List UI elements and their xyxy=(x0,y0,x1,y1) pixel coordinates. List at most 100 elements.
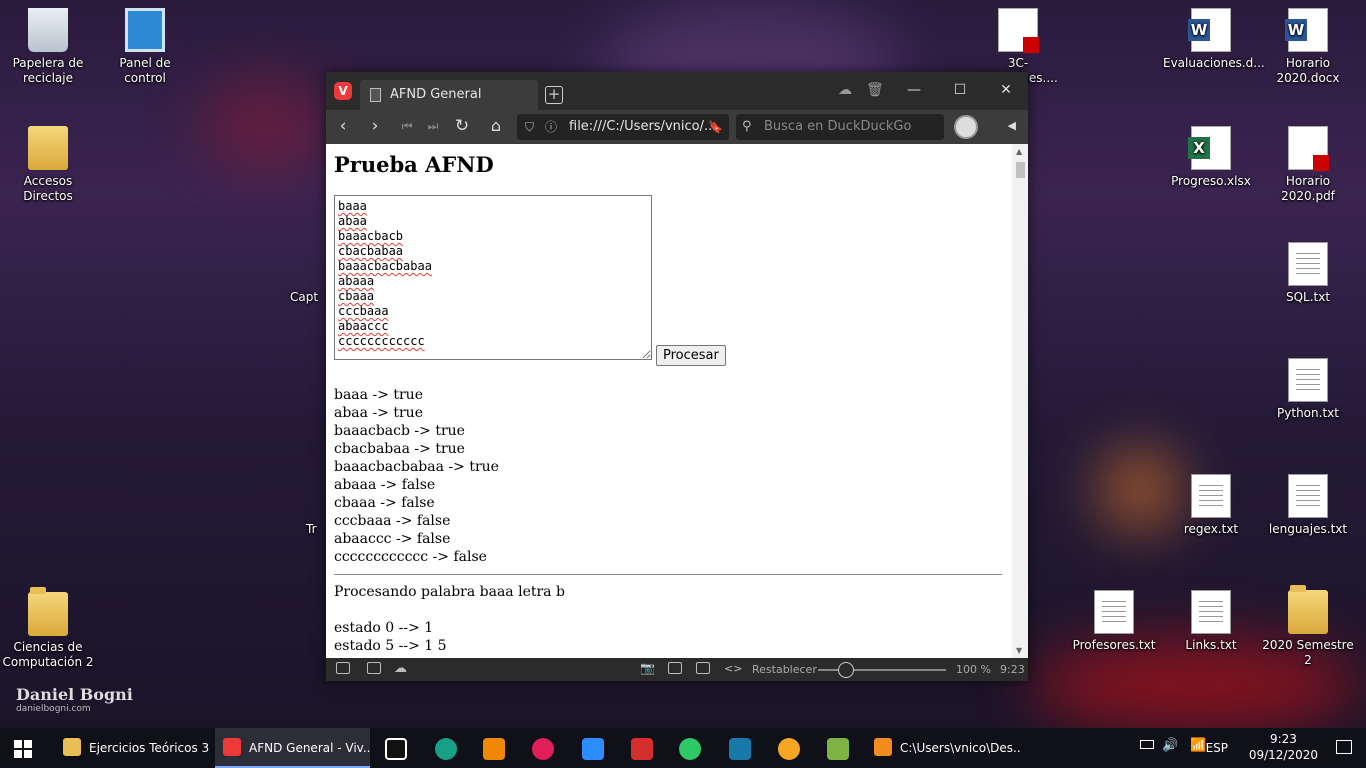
desktop-icon-label: Ciencias de Computación 2 xyxy=(2,640,94,669)
zoom-icon[interactable] xyxy=(582,738,604,760)
address-bar[interactable]: ⛉ ⓘ file:///C:/Users/vnico/... 🔖 xyxy=(517,114,729,140)
task-vivaldi[interactable]: AFND General - Viv... xyxy=(215,728,370,768)
words-textarea[interactable] xyxy=(334,195,652,360)
cloud-icon[interactable]: ☁ xyxy=(838,82,852,98)
watermark-brand: Daniel Bogni danielbogni.com xyxy=(16,685,133,714)
intellij-icon[interactable] xyxy=(385,738,407,760)
desktop-icon-shortcuts[interactable]: Accesos Directos xyxy=(0,126,96,204)
processing-log: Procesando palabra baaa letra b estado 0… xyxy=(334,583,1002,655)
panel-toggle-icon[interactable]: ◀ xyxy=(1008,119,1016,132)
result-line: baaacbacb -> true xyxy=(334,423,465,439)
battery-icon[interactable] xyxy=(1140,740,1154,749)
desktop-icon-recycle-bin[interactable]: Papelera de reciclaje xyxy=(0,8,96,86)
page-title: Prueba AFND xyxy=(334,152,494,177)
desktop-icon-label: Horario 2020.pdf xyxy=(1281,174,1335,203)
desktop-icon-semestre[interactable]: 2020 Semestre 2 xyxy=(1260,585,1356,668)
tile-icon[interactable] xyxy=(367,662,381,674)
desktop-icon-regex[interactable]: regex.txt xyxy=(1163,474,1259,537)
minimize-button[interactable]: — xyxy=(900,80,928,100)
gitkraken-icon[interactable] xyxy=(435,738,457,760)
download-manager-icon[interactable] xyxy=(631,738,653,760)
search-icon: ⚲ xyxy=(742,119,752,134)
rewind-icon[interactable]: ⏮ xyxy=(396,119,418,134)
language-indicator[interactable]: ESP xyxy=(1206,728,1228,768)
word-file-icon xyxy=(1285,8,1328,52)
code-icon[interactable]: <> xyxy=(724,662,742,675)
watermark-name: Daniel Bogni xyxy=(16,685,133,704)
control-panel-icon xyxy=(125,8,165,52)
scroll-down-icon[interactable]: ▼ xyxy=(1016,646,1022,655)
clock-time: 9:23 xyxy=(1269,732,1297,746)
desktop-icon-lenguajes[interactable]: lenguajes.txt xyxy=(1260,474,1356,537)
maximize-button[interactable]: ☐ xyxy=(946,80,974,100)
info-icon[interactable]: ⓘ xyxy=(545,114,557,140)
navigation-toolbar: ‹ › ⏮ ⏭ ↻ ⌂ ⛉ ⓘ file:///C:/Users/vnico/.… xyxy=(326,110,1028,144)
network-tool-icon[interactable] xyxy=(827,738,849,760)
scroll-up-icon[interactable]: ▲ xyxy=(1016,147,1022,156)
desktop-icon-python[interactable]: Python.txt xyxy=(1260,358,1356,421)
desktop-icon-label: Tr xyxy=(306,522,317,536)
wireshark-icon[interactable] xyxy=(729,738,751,760)
bookmark-icon[interactable]: 🔖 xyxy=(708,114,723,140)
desktop-icon-ciencias[interactable]: Ciencias de Computación 2 xyxy=(0,587,96,670)
volume-icon[interactable]: 🔊 xyxy=(1162,738,1178,753)
panel-icon[interactable] xyxy=(336,662,350,674)
desktop-icon-evaluaciones[interactable]: Evaluaciones.d... xyxy=(1163,8,1265,71)
text-file-icon xyxy=(1191,474,1231,518)
desktop-icon-label: Papelera de reciclaje xyxy=(12,56,84,85)
forward-icon[interactable]: › xyxy=(364,116,386,136)
desktop-icon-label: Accesos Directos xyxy=(23,174,73,203)
system-clock[interactable]: 9:23 09/12/2020 xyxy=(1249,731,1318,763)
tab-afnd-general[interactable]: AFND General xyxy=(360,80,538,110)
trash-icon[interactable]: 🗑 xyxy=(866,82,884,98)
task-sublime-text[interactable]: C:\Users\vnico\Des... xyxy=(866,728,1021,768)
process-button[interactable]: Procesar xyxy=(656,345,726,366)
slack-icon[interactable] xyxy=(532,738,554,760)
search-field[interactable]: ⚲ Busca en DuckDuckGo xyxy=(736,114,944,140)
shield-icon[interactable]: ⛉ xyxy=(525,114,534,140)
zoom-slider-knob[interactable] xyxy=(838,662,854,678)
camera-icon[interactable]: 📷 xyxy=(640,661,655,675)
desktop-icon-partial-capt[interactable]: Capt xyxy=(290,290,330,305)
text-file-icon xyxy=(1094,590,1134,634)
vertical-scrollbar[interactable]: ▲ ▼ xyxy=(1012,144,1028,658)
page-tiling-icon[interactable] xyxy=(668,662,682,674)
reload-icon[interactable]: ↻ xyxy=(451,116,473,136)
result-line: cbaaa -> false xyxy=(334,495,435,511)
result-line: cbacbabaa -> true xyxy=(334,441,465,457)
close-button[interactable]: ✕ xyxy=(992,80,1020,100)
zoom-slider[interactable] xyxy=(818,662,946,678)
new-tab-button[interactable]: + xyxy=(545,86,563,104)
image-icon[interactable] xyxy=(696,662,710,674)
divider xyxy=(334,574,1002,575)
drawio-icon[interactable] xyxy=(483,738,505,760)
home-icon[interactable]: ⌂ xyxy=(485,116,507,135)
sync-cloud-icon[interactable]: ☁ xyxy=(394,661,407,676)
task-file-explorer[interactable]: Ejercicios Teóricos 3 xyxy=(55,728,210,768)
desktop-icon-sql[interactable]: SQL.txt xyxy=(1260,242,1356,305)
desktop-icon-partial-tr[interactable]: Tr xyxy=(306,522,326,537)
wifi-icon[interactable]: 📶 xyxy=(1190,738,1206,753)
desktop-icon-label: Profesores.txt xyxy=(1072,638,1156,652)
profile-avatar[interactable] xyxy=(954,115,978,139)
back-icon[interactable]: ‹ xyxy=(332,116,354,136)
zoom-level[interactable]: 100 % xyxy=(956,663,991,676)
desktop-icon-profesores[interactable]: Profesores.txt xyxy=(1066,590,1162,653)
input-form: Procesar xyxy=(334,195,1002,366)
text-file-icon xyxy=(1191,590,1231,634)
vivaldi-menu-icon[interactable]: V xyxy=(334,82,352,100)
desktop-icon-horario-pdf[interactable]: Horario 2020.pdf xyxy=(1260,126,1356,204)
windows-start-icon[interactable] xyxy=(14,740,32,758)
fast-forward-icon[interactable]: ⏭ xyxy=(422,119,444,134)
desktop-icon-links[interactable]: Links.txt xyxy=(1163,590,1259,653)
sync-app-icon[interactable] xyxy=(778,738,800,760)
hackerrank-icon[interactable] xyxy=(679,738,701,760)
desktop-icon-control-panel[interactable]: Panel de control xyxy=(97,8,193,86)
scrollbar-thumb[interactable] xyxy=(1016,162,1025,178)
reset-zoom-label[interactable]: Restablecer xyxy=(752,663,817,676)
status-clock: 9:23 xyxy=(1000,663,1025,676)
desktop-icon-progreso[interactable]: Progreso.xlsx xyxy=(1163,126,1259,189)
desktop-icon-horario-docx[interactable]: Horario 2020.docx xyxy=(1260,8,1356,86)
vivaldi-icon xyxy=(223,738,241,756)
notifications-icon[interactable] xyxy=(1336,740,1352,754)
